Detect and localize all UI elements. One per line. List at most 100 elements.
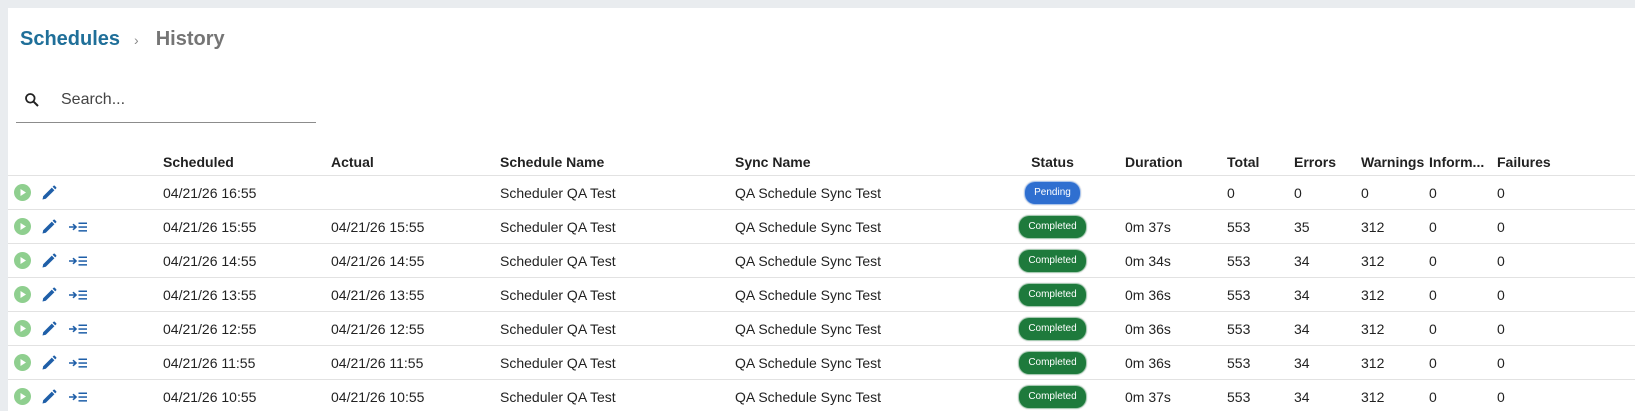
duration-cell: 0m 34s: [1125, 243, 1227, 278]
duration-cell: [1125, 175, 1227, 210]
table-row[interactable]: 04/21/26 15:55 04/21/26 15:55 Scheduler QA…: [8, 209, 1635, 244]
errors-cell: 34: [1294, 311, 1361, 346]
actual-cell: 04/21/26 14:55: [331, 243, 500, 278]
schedule-name-cell: Scheduler QA Test: [500, 243, 735, 278]
warnings-cell: 312: [1361, 311, 1429, 346]
actual-cell: 04/21/26 10:55: [331, 379, 500, 411]
play-icon[interactable]: [14, 354, 31, 371]
breadcrumb-schedules-link[interactable]: Schedules: [20, 28, 120, 51]
row-actions-cell: [8, 175, 163, 210]
status-cell: Completed: [980, 209, 1125, 244]
informational-cell: 0: [1429, 345, 1497, 380]
row-actions-cell: [8, 311, 163, 346]
total-cell: 553: [1227, 277, 1294, 312]
column-header-errors[interactable]: Errors: [1294, 149, 1361, 176]
failures-cell: 0: [1497, 379, 1635, 411]
view-log-icon[interactable]: [68, 288, 88, 302]
column-header-total[interactable]: Total: [1227, 149, 1294, 176]
table-row[interactable]: 04/21/26 10:55 04/21/26 10:55 Scheduler QA…: [8, 379, 1635, 411]
actual-cell: 04/21/26 13:55: [331, 277, 500, 312]
column-header-scheduled[interactable]: Scheduled: [163, 149, 331, 176]
schedule-name-cell: Scheduler QA Test: [500, 311, 735, 346]
errors-cell: 34: [1294, 243, 1361, 278]
search-input[interactable]: [59, 90, 293, 110]
column-header-status[interactable]: Status: [980, 149, 1125, 176]
row-actions: [8, 184, 163, 202]
scheduled-cell: 04/21/26 16:55: [163, 175, 331, 210]
total-cell: 0: [1227, 175, 1294, 210]
column-header-actions: [8, 149, 163, 176]
schedule-name-cell: Scheduler QA Test: [500, 209, 735, 244]
scheduled-cell: 04/21/26 12:55: [163, 311, 331, 346]
duration-cell: 0m 36s: [1125, 345, 1227, 380]
sync-name-cell: QA Schedule Sync Test: [735, 277, 980, 312]
status-badge: Completed: [1018, 316, 1087, 341]
status-cell: Completed: [980, 379, 1125, 411]
view-log-icon[interactable]: [68, 390, 88, 404]
column-header-duration[interactable]: Duration: [1125, 149, 1227, 176]
errors-cell: 34: [1294, 277, 1361, 312]
table-row[interactable]: 04/21/26 14:55 04/21/26 14:55 Scheduler QA…: [8, 243, 1635, 278]
informational-cell: 0: [1429, 175, 1497, 210]
search-icon: [25, 93, 39, 107]
status-badge: Completed: [1018, 214, 1087, 239]
edit-icon[interactable]: [40, 184, 58, 202]
play-icon[interactable]: [14, 184, 31, 201]
scheduled-cell: 04/21/26 10:55: [163, 379, 331, 411]
informational-cell: 0: [1429, 277, 1497, 312]
table-header-row: Scheduled Actual Schedule Name Sync Name…: [8, 149, 1635, 176]
row-actions: [8, 218, 163, 236]
edit-icon[interactable]: [40, 354, 58, 372]
schedule-name-cell: Scheduler QA Test: [500, 277, 735, 312]
play-icon[interactable]: [14, 320, 31, 337]
scheduled-cell: 04/21/26 14:55: [163, 243, 331, 278]
edit-icon[interactable]: [40, 286, 58, 304]
actual-cell: 04/21/26 11:55: [331, 345, 500, 380]
sync-name-cell: QA Schedule Sync Test: [735, 345, 980, 380]
history-table: Scheduled Actual Schedule Name Sync Name…: [8, 149, 1635, 411]
table-row[interactable]: 04/21/26 13:55 04/21/26 13:55 Scheduler QA…: [8, 277, 1635, 312]
view-log-icon[interactable]: [68, 254, 88, 268]
view-log-icon[interactable]: [68, 322, 88, 336]
failures-cell: 0: [1497, 345, 1635, 380]
play-icon[interactable]: [14, 218, 31, 235]
status-badge: Completed: [1018, 282, 1087, 307]
row-actions: [8, 388, 163, 406]
status-badge: Pending: [1024, 180, 1081, 205]
column-header-failures[interactable]: Failures: [1497, 149, 1635, 176]
play-icon[interactable]: [14, 286, 31, 303]
duration-cell: 0m 37s: [1125, 379, 1227, 411]
edit-icon[interactable]: [40, 218, 58, 236]
column-header-warnings[interactable]: Warnings: [1361, 149, 1429, 176]
informational-cell: 0: [1429, 243, 1497, 278]
sync-name-cell: QA Schedule Sync Test: [735, 311, 980, 346]
table-row[interactable]: 04/21/26 12:55 04/21/26 12:55 Scheduler QA…: [8, 311, 1635, 346]
status-badge: Completed: [1018, 384, 1087, 409]
table-body: 04/21/26 16:55 Scheduler QA Test QA Schedu…: [8, 175, 1635, 411]
play-icon[interactable]: [14, 252, 31, 269]
play-icon[interactable]: [14, 388, 31, 405]
column-header-sync-name[interactable]: Sync Name: [735, 149, 980, 176]
edit-icon[interactable]: [40, 320, 58, 338]
history-panel: Schedules › History Schedu: [8, 8, 1635, 411]
row-actions: [8, 252, 163, 270]
total-cell: 553: [1227, 311, 1294, 346]
search-box: [16, 78, 316, 123]
duration-cell: 0m 36s: [1125, 311, 1227, 346]
column-header-actual[interactable]: Actual: [331, 149, 500, 176]
edit-icon[interactable]: [40, 252, 58, 270]
view-log-icon[interactable]: [68, 220, 88, 234]
row-actions-cell: [8, 243, 163, 278]
column-header-schedule-name[interactable]: Schedule Name: [500, 149, 735, 176]
status-cell: Completed: [980, 345, 1125, 380]
edit-icon[interactable]: [40, 388, 58, 406]
schedule-name-cell: Scheduler QA Test: [500, 345, 735, 380]
table-row[interactable]: 04/21/26 16:55 Scheduler QA Test QA Schedu…: [8, 175, 1635, 210]
view-log-icon[interactable]: [68, 356, 88, 370]
duration-cell: 0m 37s: [1125, 209, 1227, 244]
status-badge: Completed: [1018, 350, 1087, 375]
column-header-informational[interactable]: Inform...: [1429, 149, 1497, 176]
total-cell: 553: [1227, 243, 1294, 278]
scheduled-cell: 04/21/26 15:55: [163, 209, 331, 244]
table-row[interactable]: 04/21/26 11:55 04/21/26 11:55 Scheduler QA…: [8, 345, 1635, 380]
